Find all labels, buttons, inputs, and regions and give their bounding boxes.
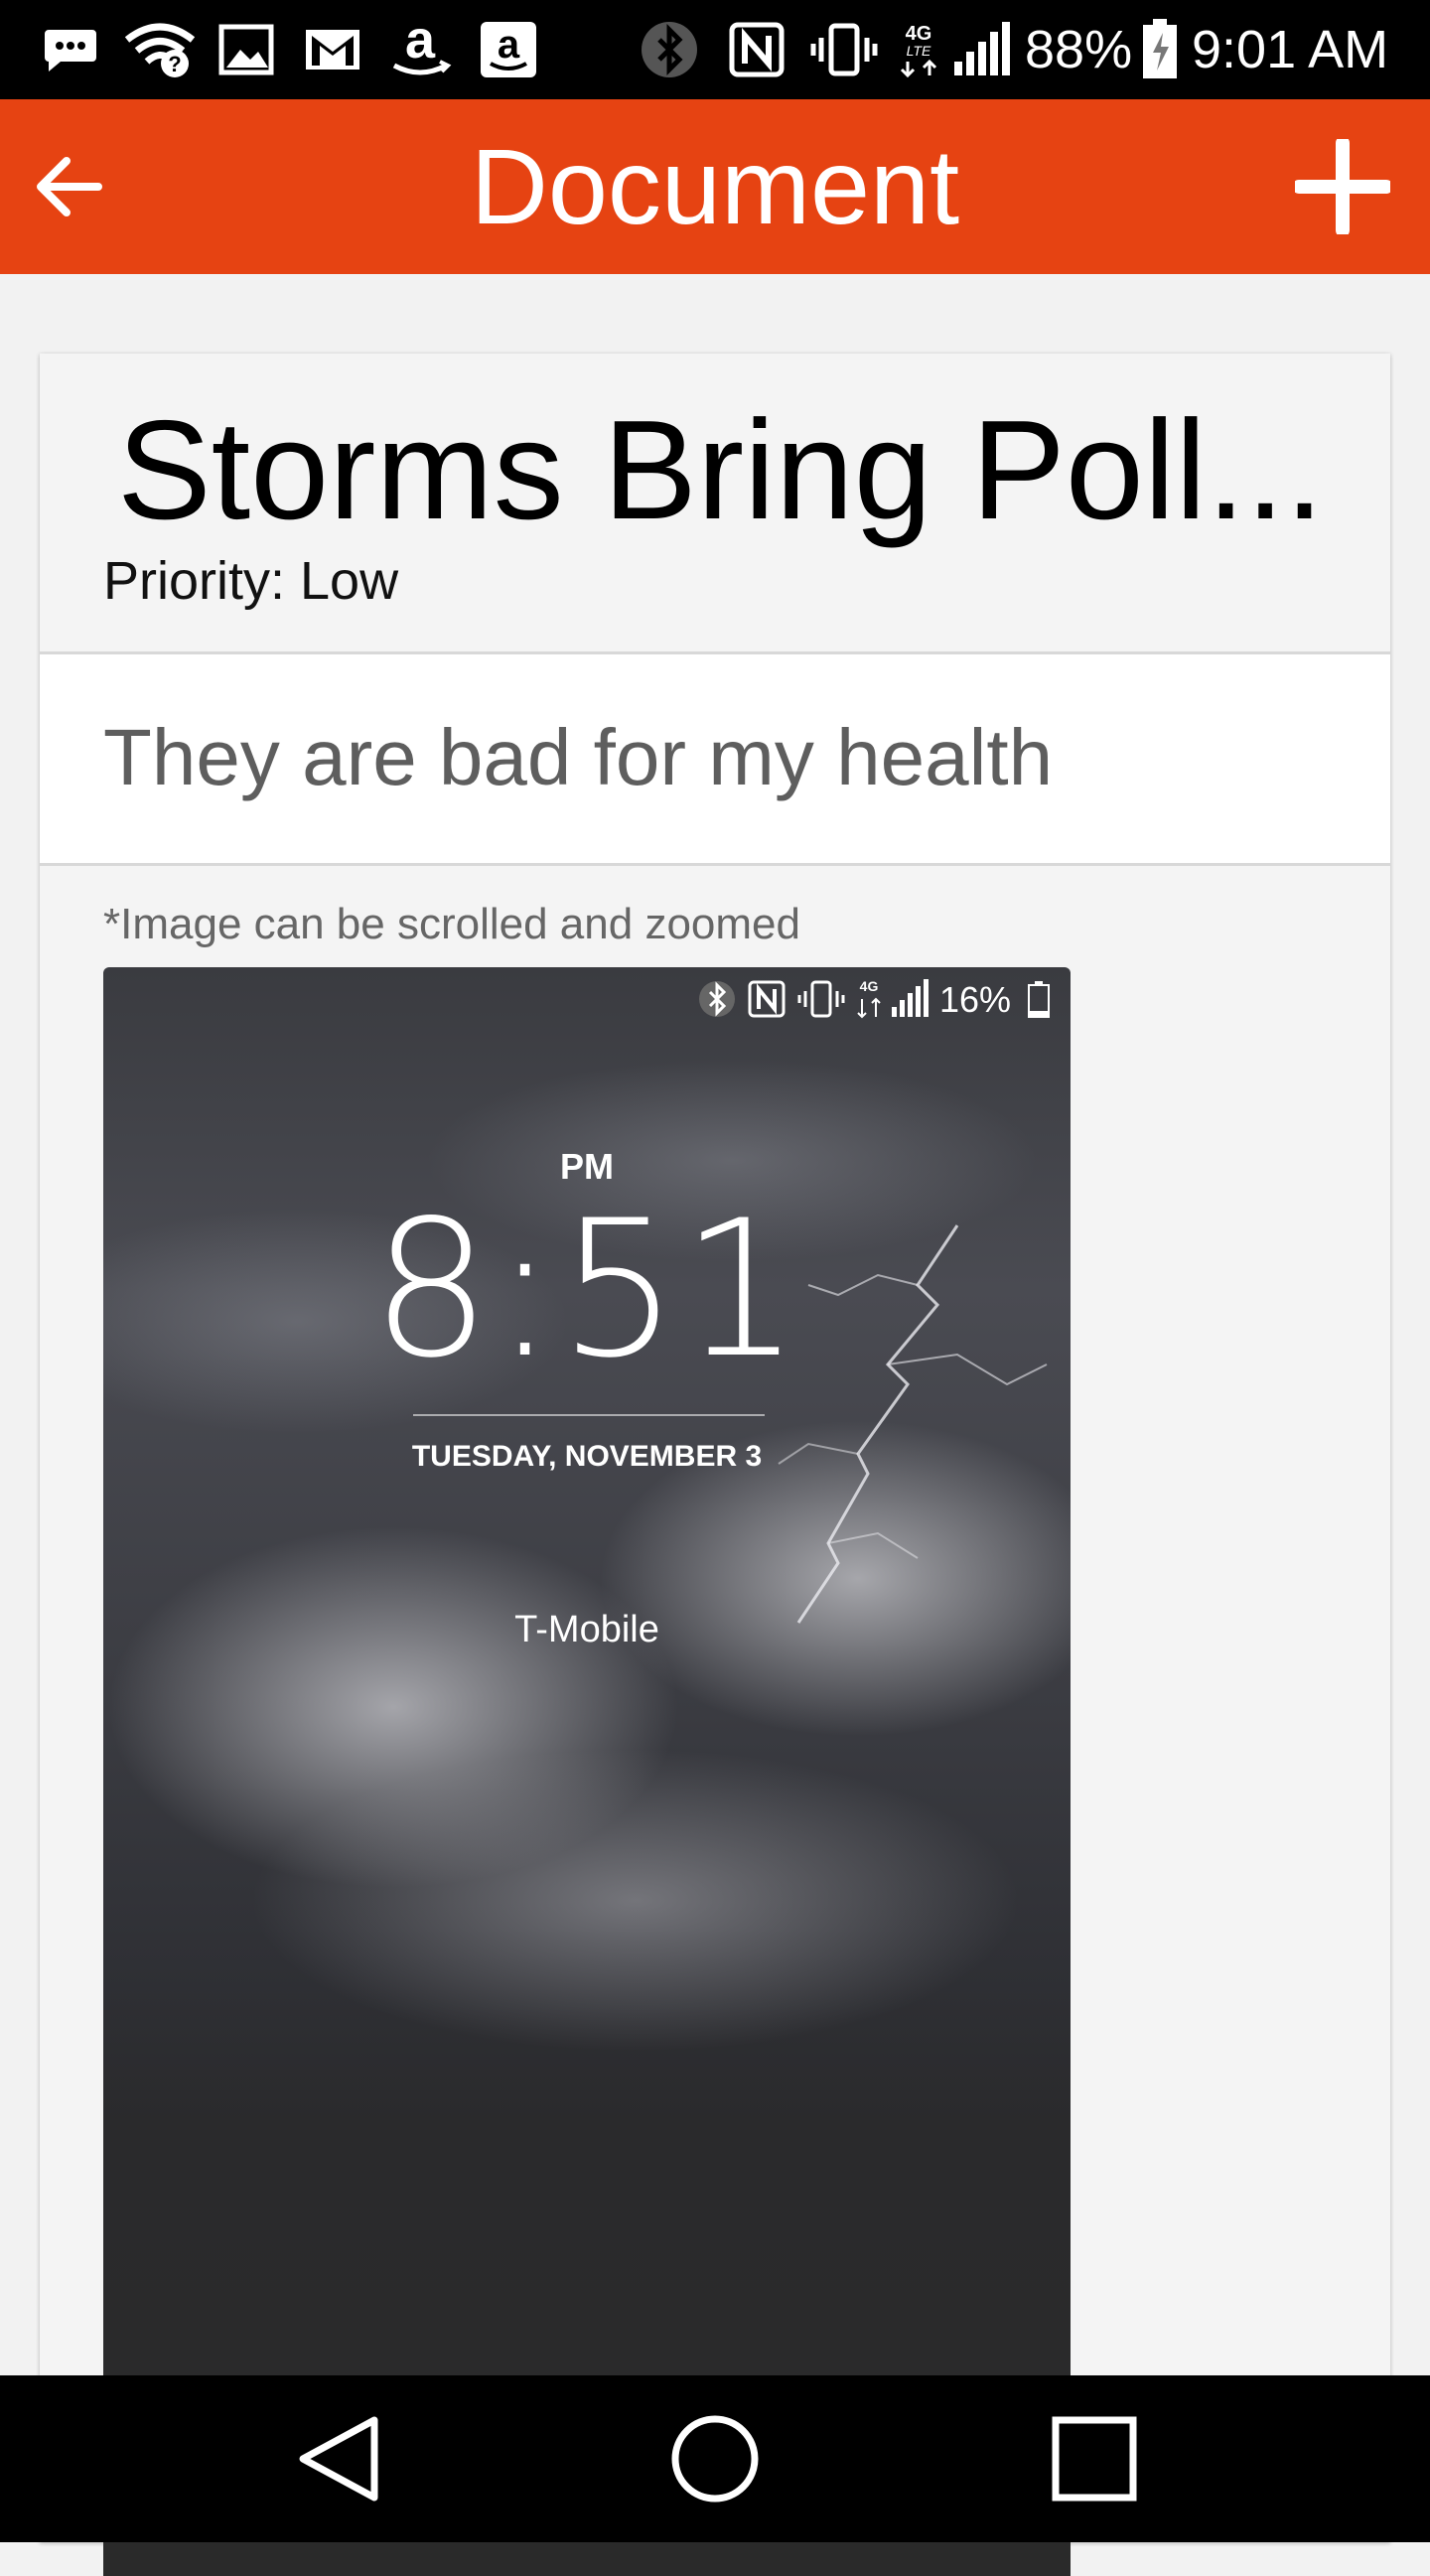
lte-icon: 4G LTE	[894, 18, 943, 81]
image-battery-percent: 16%	[939, 979, 1012, 1020]
signal-icon	[892, 979, 929, 1017]
svg-text:LTE: LTE	[907, 43, 931, 59]
vibrate-icon	[797, 980, 845, 1018]
navigation-bar	[0, 2375, 1430, 2542]
status-bar: ? a a 4G LTE 88% 9:01 AM	[0, 0, 1430, 99]
gmail-icon	[302, 18, 363, 81]
recents-square-icon	[1052, 2416, 1137, 2502]
back-triangle-icon	[299, 2416, 378, 2502]
home-circle-icon	[671, 2415, 759, 2503]
vibrate-icon	[808, 18, 880, 81]
bluetooth-icon	[699, 981, 735, 1017]
document-description: They are bad for my health	[103, 713, 1054, 801]
lock-time: 8:51	[370, 1180, 803, 1399]
document-title: Storms Bring Poll...	[117, 391, 1325, 549]
battery-icon	[1028, 981, 1050, 1018]
image-icon	[216, 18, 276, 81]
page-title: Document	[470, 126, 960, 246]
description-section: They are bad for my health	[40, 651, 1390, 866]
attached-image[interactable]: 4G 16% PM 8:51 TUESDAY, NOVEMBER 3 T-Mob…	[103, 967, 1071, 2576]
nfc-icon	[748, 980, 786, 1018]
status-time: 9:01 AM	[1192, 20, 1389, 79]
svg-text:4G: 4G	[906, 23, 932, 45]
nav-recents-button[interactable]	[1045, 2409, 1144, 2508]
battery-percent: 88%	[1025, 20, 1133, 79]
arrow-left-icon	[37, 157, 102, 216]
sms-icon	[40, 18, 101, 81]
svg-text:a: a	[405, 18, 436, 70]
plus-icon	[1295, 139, 1390, 234]
app-bar: Document	[0, 99, 1430, 274]
svg-text:a: a	[498, 23, 520, 67]
nav-home-button[interactable]	[665, 2409, 765, 2508]
nav-back-button[interactable]	[288, 2409, 387, 2508]
signal-icon	[951, 18, 1011, 81]
lock-divider	[413, 1414, 765, 1416]
amazon-icon: a	[385, 18, 455, 81]
svg-text:4G: 4G	[860, 978, 879, 994]
nfc-icon	[727, 18, 786, 81]
document-card: Storms Bring Poll... Priority: Low They …	[40, 354, 1390, 2576]
svg-text:?: ?	[168, 52, 181, 76]
lock-carrier: T-Mobile	[514, 1609, 659, 1650]
lock-date: TUESDAY, NOVEMBER 3	[411, 1440, 763, 1473]
back-button[interactable]	[18, 137, 117, 236]
image-note: *Image can be scrolled and zoomed	[103, 900, 800, 948]
battery-charging-icon	[1140, 18, 1180, 81]
wifi-question-icon: ?	[121, 18, 199, 81]
bluetooth-icon	[638, 18, 701, 81]
priority-label: Priority: Low	[103, 551, 399, 611]
amazon-app-icon: a	[477, 18, 540, 81]
lte-icon: 4G	[857, 978, 881, 1019]
add-button[interactable]	[1291, 137, 1394, 236]
